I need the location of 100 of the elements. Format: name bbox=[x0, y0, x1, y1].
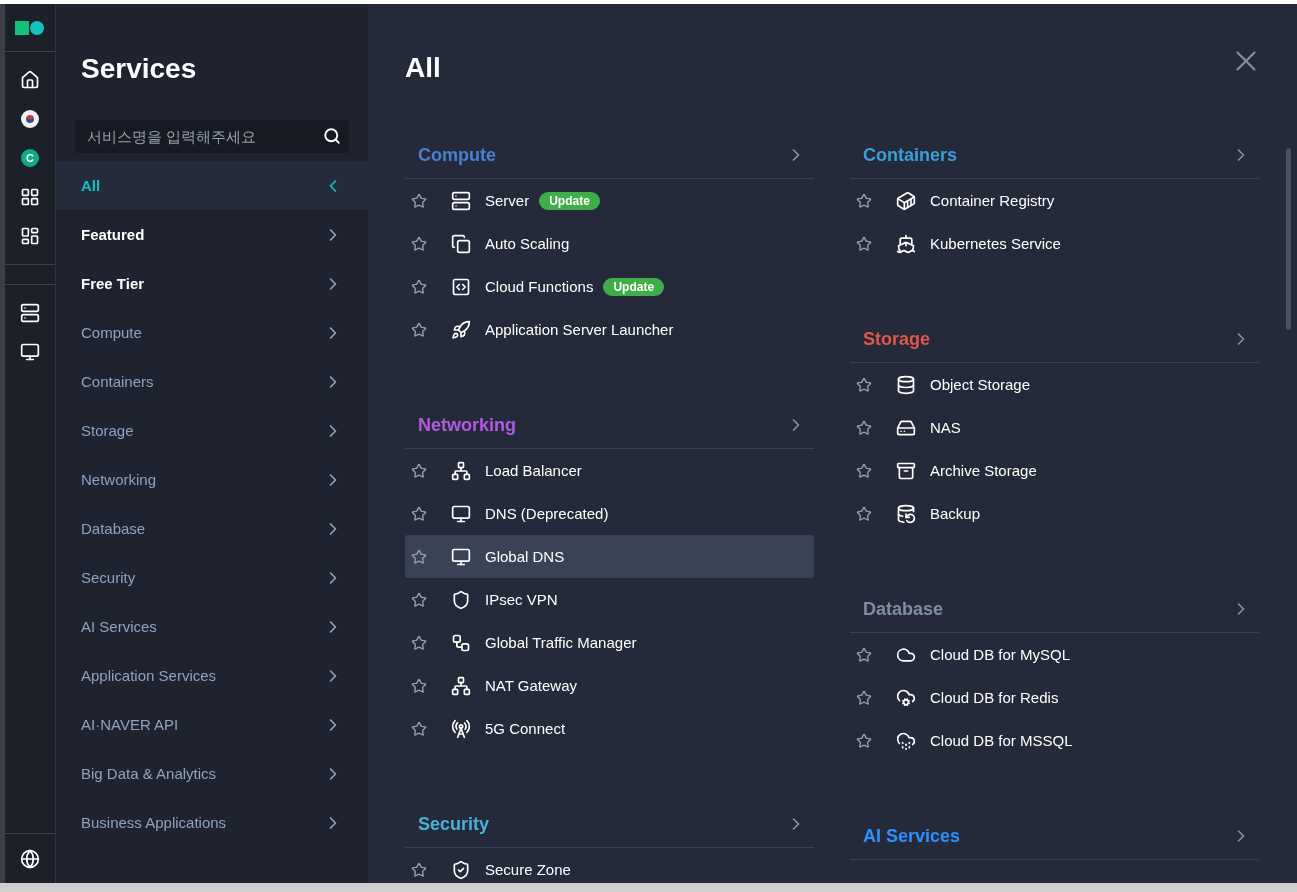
sidebar-item[interactable]: Big Data & Analytics bbox=[56, 749, 368, 798]
panel-title: All bbox=[405, 51, 441, 85]
section-header[interactable]: AI Services bbox=[850, 813, 1259, 860]
service-row[interactable]: Cloud Functions Update bbox=[405, 265, 814, 308]
service-name: Cloud DB for MySQL bbox=[930, 646, 1071, 663]
star-icon[interactable] bbox=[411, 321, 427, 338]
search-icon[interactable] bbox=[323, 127, 341, 145]
flag-icon[interactable] bbox=[21, 110, 39, 128]
service-row[interactable]: DNS (Deprecated) bbox=[405, 492, 814, 535]
service-row[interactable]: NAT Gateway bbox=[405, 664, 814, 707]
star-icon[interactable] bbox=[411, 720, 427, 737]
star-icon[interactable] bbox=[856, 419, 872, 436]
service-name: Cloud DB for Redis bbox=[930, 689, 1059, 706]
star-icon[interactable] bbox=[411, 591, 427, 608]
sidebar-item[interactable]: Featured bbox=[56, 210, 368, 259]
service-name: 5G Connect bbox=[485, 720, 566, 737]
service-name: Load Balancer bbox=[485, 462, 582, 479]
star-icon[interactable] bbox=[411, 634, 427, 651]
service-row[interactable]: Global Traffic Manager bbox=[405, 621, 814, 664]
service-row[interactable]: 5G Connect bbox=[405, 707, 814, 750]
star-icon[interactable] bbox=[411, 192, 427, 209]
container-icon bbox=[896, 190, 916, 211]
service-row[interactable]: Archive Storage bbox=[850, 449, 1259, 492]
section-title: AI Services bbox=[863, 825, 961, 847]
sidebar-item[interactable]: Containers bbox=[56, 357, 368, 406]
service-row[interactable]: Kubernetes Service bbox=[850, 222, 1259, 265]
sidebar-item[interactable]: Free Tier bbox=[56, 259, 368, 308]
service-row[interactable]: Container Registry bbox=[850, 179, 1259, 222]
service-row[interactable]: Load Balancer bbox=[405, 449, 814, 492]
update-badge: Update bbox=[539, 191, 600, 210]
service-name: Global DNS bbox=[485, 548, 565, 565]
sidebar-item[interactable]: AI Services bbox=[56, 602, 368, 651]
network-icon bbox=[451, 675, 471, 696]
service-row[interactable]: Backup bbox=[850, 492, 1259, 535]
server-icon[interactable] bbox=[18, 301, 42, 325]
service-name: Server bbox=[485, 192, 530, 209]
section-title: Database bbox=[863, 598, 944, 620]
service-row[interactable]: Object Storage bbox=[850, 363, 1259, 406]
star-icon[interactable] bbox=[411, 278, 427, 295]
service-name: DNS (Deprecated) bbox=[485, 505, 609, 522]
service-name: Object Storage bbox=[930, 376, 1031, 393]
database-backup-icon bbox=[896, 503, 916, 524]
service-name: Archive Storage bbox=[930, 462, 1037, 479]
sidebar-item[interactable]: Compute bbox=[56, 308, 368, 357]
section-title: Containers bbox=[863, 144, 958, 166]
section-header[interactable]: Database bbox=[850, 586, 1259, 633]
section-title: Compute bbox=[418, 144, 496, 166]
sidebar-item[interactable]: Storage bbox=[56, 406, 368, 455]
sidebar-item[interactable]: Business Applications bbox=[56, 798, 368, 847]
service-name: Kubernetes Service bbox=[930, 235, 1061, 252]
service-row[interactable]: NAS bbox=[850, 406, 1259, 449]
service-name: Secure Zone bbox=[485, 861, 571, 878]
sidebar-item[interactable]: Networking bbox=[56, 455, 368, 504]
section-header[interactable]: Networking bbox=[405, 402, 814, 449]
section-header[interactable]: Security bbox=[405, 801, 814, 848]
service-row[interactable]: Cloud DB for Redis bbox=[850, 676, 1259, 719]
section-header[interactable]: Containers bbox=[850, 132, 1259, 179]
star-icon[interactable] bbox=[856, 732, 872, 749]
service-row[interactable]: Cloud DB for MySQL bbox=[850, 633, 1259, 676]
search-field[interactable]: 서비스명을 입력해주세요 bbox=[75, 120, 349, 153]
section-title: Networking bbox=[418, 414, 516, 436]
section-header[interactable]: Compute bbox=[405, 132, 814, 179]
service-name: Global Traffic Manager bbox=[485, 634, 637, 651]
star-icon[interactable] bbox=[856, 376, 872, 393]
update-badge: Update bbox=[603, 277, 665, 296]
service-row[interactable]: Server Update bbox=[405, 179, 814, 222]
star-icon[interactable] bbox=[856, 689, 872, 706]
shield-check-icon bbox=[451, 859, 471, 880]
star-icon[interactable] bbox=[856, 505, 872, 522]
service-row[interactable]: Auto Scaling bbox=[405, 222, 814, 265]
service-row[interactable]: Cloud DB for MSSQL bbox=[850, 719, 1259, 762]
star-icon[interactable] bbox=[411, 235, 427, 252]
section-header[interactable]: Storage bbox=[850, 316, 1259, 363]
cloud-rain-icon bbox=[896, 730, 916, 751]
sidebar-item[interactable]: All bbox=[56, 161, 368, 210]
monitor-icon bbox=[451, 503, 471, 524]
sidebar-item[interactable]: Security bbox=[56, 553, 368, 602]
service-row[interactable]: Global DNS bbox=[405, 535, 814, 578]
star-icon[interactable] bbox=[411, 505, 427, 522]
database-icon bbox=[896, 374, 916, 395]
service-name: Auto Scaling bbox=[485, 235, 570, 252]
star-icon[interactable] bbox=[411, 861, 427, 878]
service-row[interactable]: IPsec VPN bbox=[405, 578, 814, 621]
star-icon[interactable] bbox=[856, 646, 872, 663]
star-icon[interactable] bbox=[411, 677, 427, 694]
section-title: Security bbox=[418, 813, 490, 835]
service-row[interactable]: Secure Zone bbox=[405, 848, 814, 883]
scrollbar[interactable] bbox=[1286, 148, 1291, 330]
service-row[interactable]: Application Server Launcher bbox=[405, 308, 814, 351]
sidebar-item[interactable]: Application Services bbox=[56, 651, 368, 700]
star-icon[interactable] bbox=[411, 548, 427, 565]
ship-icon bbox=[896, 233, 916, 254]
sidebar-item[interactable]: Database bbox=[56, 504, 368, 553]
sidebar-item[interactable]: AI·NAVER API bbox=[56, 700, 368, 749]
network-icon bbox=[451, 460, 471, 481]
star-icon[interactable] bbox=[411, 462, 427, 479]
star-icon[interactable] bbox=[856, 235, 872, 252]
star-icon[interactable] bbox=[856, 462, 872, 479]
star-icon[interactable] bbox=[856, 192, 872, 209]
logo-icon[interactable] bbox=[15, 20, 45, 35]
